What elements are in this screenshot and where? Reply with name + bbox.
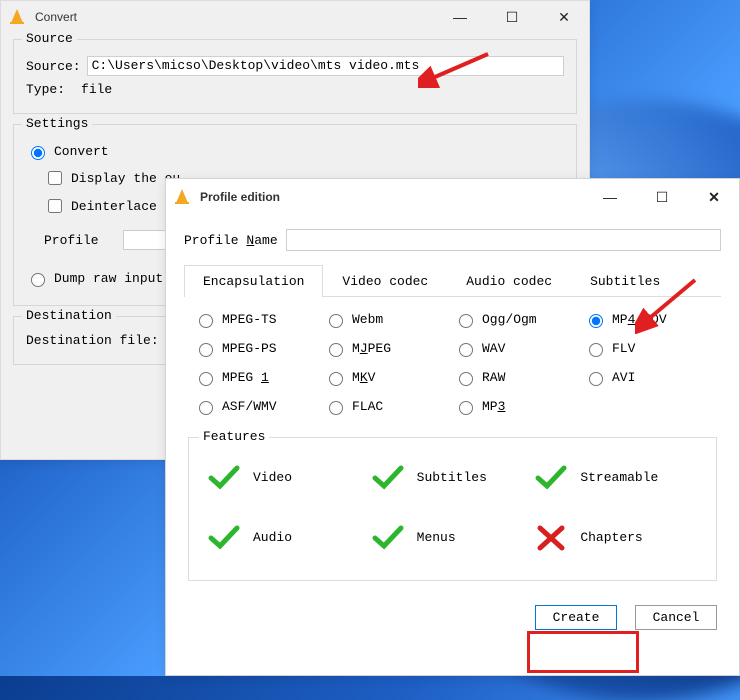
radio-ogg-label[interactable]: Ogg/Ogm — [482, 312, 537, 327]
radio-asf-wmv-label[interactable]: ASF/WMV — [222, 399, 277, 414]
check-icon — [371, 462, 405, 492]
radio-mpeg-ps[interactable] — [199, 343, 213, 357]
radio-mjpeg-label[interactable]: MJPEG — [352, 341, 391, 356]
radio-asf-wmv[interactable] — [199, 401, 213, 415]
profile-titlebar[interactable]: Profile edition — ☐ ✕ — [166, 179, 739, 215]
features-group: Features Video Subtitles Streamable Audi… — [188, 437, 717, 581]
convert-radio[interactable] — [31, 146, 45, 160]
close-icon[interactable]: ✕ — [699, 189, 729, 206]
feature-audio: Audio — [253, 530, 292, 545]
destination-file-label: Destination file: — [26, 333, 159, 348]
radio-ogg[interactable] — [459, 314, 473, 328]
check-icon — [207, 462, 241, 492]
features-legend: Features — [199, 429, 269, 444]
x-icon — [534, 522, 568, 552]
create-button[interactable]: Create — [535, 605, 617, 630]
radio-flac-label[interactable]: FLAC — [352, 399, 383, 414]
radio-wav[interactable] — [459, 343, 473, 357]
check-icon — [534, 462, 568, 492]
profile-name-input[interactable] — [286, 229, 721, 251]
radio-webm[interactable] — [329, 314, 343, 328]
convert-title: Convert — [35, 10, 77, 24]
radio-mp4-mov-label[interactable]: MP4/MOV — [612, 312, 667, 327]
radio-raw-label[interactable]: RAW — [482, 370, 505, 385]
destination-legend: Destination — [22, 308, 116, 323]
profile-title: Profile edition — [200, 190, 280, 204]
source-group: Source Source: C:\Users\micso\Desktop\vi… — [13, 39, 577, 114]
profile-edition-window: Profile edition — ☐ ✕ Profile Name Encap… — [165, 178, 740, 676]
tab-video-codec[interactable]: Video codec — [323, 265, 447, 297]
maximize-icon[interactable]: ☐ — [497, 9, 527, 26]
dump-raw-radio[interactable] — [31, 273, 45, 287]
minimize-icon[interactable]: — — [595, 189, 625, 206]
radio-mpeg-ps-label[interactable]: MPEG-PS — [222, 341, 277, 356]
profile-name-label: Profile Name — [184, 233, 278, 248]
radio-mpeg-ts[interactable] — [199, 314, 213, 328]
feature-menus: Menus — [417, 530, 456, 545]
source-path-field[interactable]: C:\Users\micso\Desktop\video\mts video.m… — [87, 56, 564, 76]
radio-avi[interactable] — [589, 372, 603, 386]
radio-mpeg-1[interactable] — [199, 372, 213, 386]
tabs: Encapsulation Video codec Audio codec Su… — [184, 265, 721, 297]
feature-chapters: Chapters — [580, 530, 642, 545]
vlc-icon — [11, 9, 27, 25]
radio-wav-label[interactable]: WAV — [482, 341, 505, 356]
type-label: Type: — [26, 82, 65, 97]
encapsulation-options: MPEG-TS Webm Ogg/Ogm MP4/MOV MPEG-PS MJP… — [184, 297, 721, 423]
radio-mp3[interactable] — [459, 401, 473, 415]
close-icon[interactable]: ✕ — [549, 9, 579, 26]
cancel-button[interactable]: Cancel — [635, 605, 717, 630]
deinterlace-label[interactable]: Deinterlace — [71, 199, 157, 214]
radio-avi-label[interactable]: AVI — [612, 370, 635, 385]
radio-webm-label[interactable]: Webm — [352, 312, 383, 327]
profile-label: Profile — [44, 233, 99, 248]
check-icon — [371, 522, 405, 552]
radio-mpeg-ts-label[interactable]: MPEG-TS — [222, 312, 277, 327]
tab-audio-codec[interactable]: Audio codec — [447, 265, 571, 297]
tab-subtitles[interactable]: Subtitles — [571, 265, 679, 297]
check-icon — [207, 522, 241, 552]
vlc-icon — [176, 189, 192, 205]
radio-raw[interactable] — [459, 372, 473, 386]
radio-mkv[interactable] — [329, 372, 343, 386]
dump-raw-label[interactable]: Dump raw input — [54, 271, 163, 286]
radio-flv[interactable] — [589, 343, 603, 357]
display-output-checkbox[interactable] — [48, 171, 62, 185]
deinterlace-checkbox[interactable] — [48, 199, 62, 213]
radio-mkv-label[interactable]: MKV — [352, 370, 375, 385]
radio-mpeg-1-label[interactable]: MPEG 1 — [222, 370, 269, 385]
tab-encapsulation[interactable]: Encapsulation — [184, 265, 323, 297]
feature-video: Video — [253, 470, 292, 485]
radio-flac[interactable] — [329, 401, 343, 415]
type-value: file — [81, 82, 112, 97]
feature-streamable: Streamable — [580, 470, 658, 485]
minimize-icon[interactable]: — — [445, 9, 475, 26]
radio-flv-label[interactable]: FLV — [612, 341, 635, 356]
maximize-icon[interactable]: ☐ — [647, 189, 677, 206]
display-output-label[interactable]: Display the ou — [71, 171, 180, 186]
feature-subtitles: Subtitles — [417, 470, 487, 485]
radio-mjpeg[interactable] — [329, 343, 343, 357]
convert-radio-label[interactable]: Convert — [54, 144, 109, 159]
source-legend: Source — [22, 31, 77, 46]
radio-mp4-mov[interactable] — [589, 314, 603, 328]
settings-legend: Settings — [22, 116, 92, 131]
convert-titlebar[interactable]: Convert — ☐ ✕ — [1, 1, 589, 33]
radio-mp3-label[interactable]: MP3 — [482, 399, 505, 414]
source-label: Source: — [26, 59, 81, 74]
